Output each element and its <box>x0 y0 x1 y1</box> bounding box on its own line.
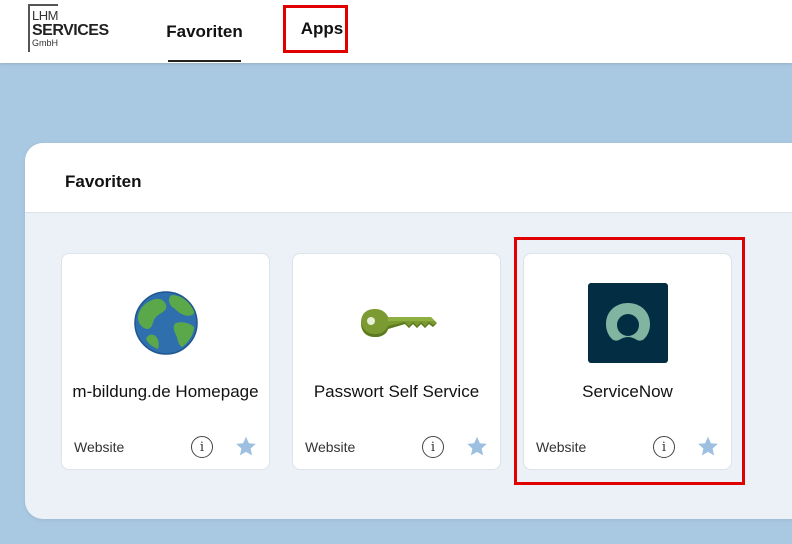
favorites-panel-title: Favoriten <box>65 172 142 191</box>
favorites-panel: Favoriten m-bildung.de Homepage Website … <box>25 143 792 519</box>
app-card-m-bildung[interactable]: m-bildung.de Homepage Website i <box>61 253 270 470</box>
app-card-type: Website <box>74 439 125 455</box>
info-icon[interactable]: i <box>191 436 213 458</box>
logo-text-gmbh: GmbH <box>32 38 59 48</box>
favorite-star-icon[interactable] <box>465 435 489 459</box>
info-icon[interactable]: i <box>653 436 675 458</box>
top-navigation-bar: LHM SERVICES GmbH Favoriten Apps <box>0 0 792 63</box>
favorite-star-icon[interactable] <box>696 435 720 459</box>
favorites-panel-header: Favoriten <box>25 143 792 213</box>
lhm-services-logo[interactable]: LHM SERVICES GmbH <box>28 4 110 56</box>
app-card-type: Website <box>536 439 587 455</box>
servicenow-logo-icon <box>588 283 668 363</box>
favorite-star-icon[interactable] <box>234 435 258 459</box>
key-icon <box>361 309 437 337</box>
app-card-name: ServiceNow <box>582 382 673 401</box>
app-card-passwort-self-service[interactable]: Passwort Self Service Website i <box>292 253 501 470</box>
logo-text-lhm: LHM <box>32 8 58 23</box>
app-card-name: m-bildung.de Homepage <box>72 382 259 401</box>
tab-favoriten[interactable]: Favoriten <box>166 0 243 63</box>
app-card-type: Website <box>305 439 356 455</box>
app-card-servicenow[interactable]: ServiceNow Website i <box>523 253 732 470</box>
info-icon[interactable]: i <box>422 436 444 458</box>
app-card-name: Passwort Self Service <box>313 382 480 401</box>
globe-icon <box>134 291 198 355</box>
tab-apps[interactable]: Apps <box>301 1 344 57</box>
